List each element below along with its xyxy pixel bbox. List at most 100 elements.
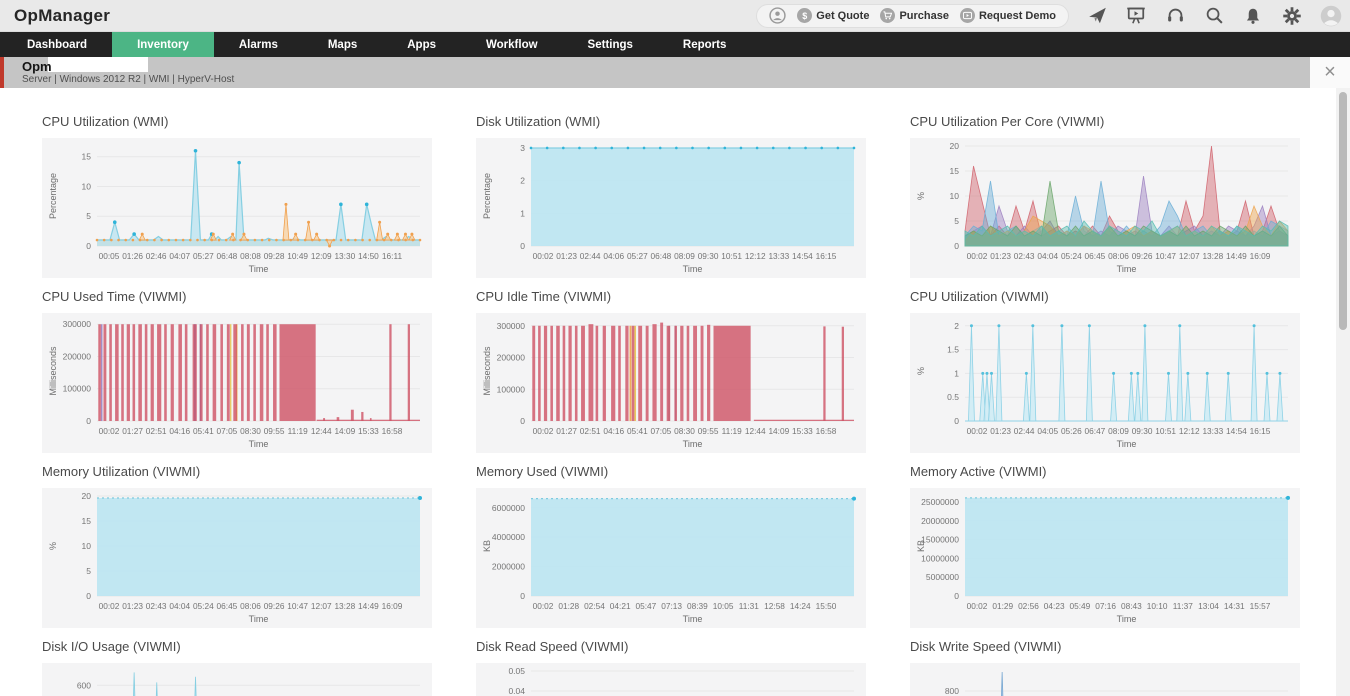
svg-text:01:27: 01:27	[556, 426, 577, 436]
headset-icon[interactable]	[1164, 5, 1186, 27]
chart-card-disk-utilization-wmi: Disk Utilization (WMI) 0 1 2 3 Percentage 00:…	[476, 114, 866, 278]
svg-text:13:04: 13:04	[1198, 601, 1219, 611]
chart-memory-used: 0 2000000 4000000 6000000 KB 00:02 01:28 02:54 0…	[476, 488, 866, 628]
svg-text:14:50: 14:50	[358, 251, 379, 261]
svg-text:15: 15	[950, 166, 960, 176]
tab-settings[interactable]: Settings	[563, 32, 658, 57]
bell-icon[interactable]	[1242, 5, 1264, 27]
svg-text:2: 2	[520, 176, 525, 186]
topbar-actions: $ Get Quote Purchase Request Demo	[756, 3, 1342, 28]
svg-text:00:02: 00:02	[533, 426, 554, 436]
get-quote-button[interactable]: $ Get Quote	[797, 8, 869, 23]
tab-alarms[interactable]: Alarms	[214, 32, 303, 57]
svg-text:04:16: 04:16	[169, 426, 190, 436]
tab-maps[interactable]: Maps	[303, 32, 382, 57]
svg-text:15: 15	[82, 516, 92, 526]
svg-text:02:54: 02:54	[584, 601, 605, 611]
chart-title: CPU Idle Time (VIWMI)	[476, 289, 612, 304]
svg-text:16:09: 16:09	[382, 601, 403, 611]
get-quote-label: Get Quote	[816, 9, 870, 22]
svg-text:Time: Time	[1117, 439, 1137, 449]
svg-text:04:05: 04:05	[1037, 426, 1058, 436]
svg-text:08:39: 08:39	[687, 601, 708, 611]
search-icon[interactable]	[1203, 5, 1225, 27]
svg-text:200000: 200000	[497, 353, 526, 363]
svg-text:05:24: 05:24	[193, 601, 214, 611]
tab-workflow[interactable]: Workflow	[461, 32, 563, 57]
svg-text:09:26: 09:26	[264, 601, 285, 611]
chart-disk-io-usage: 0600	[42, 663, 432, 696]
svg-text:2: 2	[954, 321, 959, 331]
svg-text:04:04: 04:04	[169, 601, 190, 611]
svg-text:Milliseconds: Milliseconds	[482, 346, 492, 396]
svg-text:00:02: 00:02	[99, 426, 120, 436]
svg-text:14:31: 14:31	[1224, 601, 1245, 611]
charts-grid: CPU Utilization (WMI) 0 5 10 15 Percentage 00…	[0, 88, 1336, 696]
tab-inventory[interactable]: Inventory	[112, 32, 214, 57]
tab-apps[interactable]: Apps	[382, 32, 461, 57]
svg-text:0.5: 0.5	[947, 392, 959, 402]
svg-text:13:33: 13:33	[1202, 426, 1223, 436]
svg-text:09:30: 09:30	[698, 251, 719, 261]
svg-text:00:02: 00:02	[967, 426, 988, 436]
device-name: Opm	[22, 59, 52, 74]
purchase-button[interactable]: Purchase	[880, 8, 949, 23]
close-icon: ×	[1324, 61, 1336, 83]
svg-text:04:07: 04:07	[169, 251, 190, 261]
avatar[interactable]	[1320, 5, 1342, 27]
svg-text:15:33: 15:33	[792, 426, 813, 436]
user-circle-icon[interactable]	[769, 7, 786, 24]
svg-text:08:08: 08:08	[240, 251, 261, 261]
chart-cpu-used-time: 0 100000 200000 300000 Milliseconds 00:02 01:2…	[42, 313, 432, 453]
svg-text:0: 0	[86, 591, 91, 601]
scrollbar-thumb[interactable]	[1339, 92, 1347, 330]
request-demo-button[interactable]: Request Demo	[959, 8, 1056, 23]
svg-text:09:30: 09:30	[1132, 426, 1153, 436]
chart-title: Memory Used (VIWMI)	[476, 464, 609, 479]
svg-text:20000000: 20000000	[921, 516, 959, 526]
svg-text:02:56: 02:56	[1018, 601, 1039, 611]
svg-text:07:13: 07:13	[661, 601, 682, 611]
svg-text:10:47: 10:47	[1155, 251, 1176, 261]
svg-text:12:12: 12:12	[1179, 426, 1200, 436]
chart-card-cpu-utilization-viwmi: CPU Utilization (VIWMI) 0 0.5 1 1.5 2% 00:02 0…	[910, 289, 1300, 453]
svg-text:5: 5	[86, 566, 91, 576]
svg-text:10: 10	[82, 541, 92, 551]
svg-text:12:44: 12:44	[311, 426, 332, 436]
svg-text:10:10: 10:10	[1147, 601, 1168, 611]
svg-text:01:27: 01:27	[122, 426, 143, 436]
svg-text:14:49: 14:49	[358, 601, 379, 611]
svg-text:01:23: 01:23	[990, 251, 1011, 261]
chart-card-memory-used: Memory Used (VIWMI) 0 2000000 4000000 60000…	[476, 464, 866, 628]
svg-text:0: 0	[520, 591, 525, 601]
svg-text:Milliseconds: Milliseconds	[48, 346, 58, 396]
svg-text:100000: 100000	[497, 384, 526, 394]
svg-text:08:09: 08:09	[1108, 426, 1129, 436]
chart-title: CPU Used Time (VIWMI)	[42, 289, 187, 304]
scrollbar[interactable]	[1336, 88, 1350, 696]
close-button[interactable]: ×	[1310, 57, 1350, 88]
svg-text:KB: KB	[482, 540, 492, 552]
svg-text:02:43: 02:43	[1014, 251, 1035, 261]
svg-text:12:07: 12:07	[311, 601, 332, 611]
svg-text:11:19: 11:19	[722, 426, 743, 436]
tab-dashboard[interactable]: Dashboard	[2, 32, 112, 57]
svg-text:16:15: 16:15	[816, 251, 837, 261]
gear-icon[interactable]	[1281, 5, 1303, 27]
svg-text:300000: 300000	[63, 319, 92, 329]
svg-text:200000: 200000	[63, 351, 92, 361]
svg-text:25000000: 25000000	[921, 497, 959, 507]
svg-text:Time: Time	[249, 264, 269, 274]
chart-title: CPU Utilization (VIWMI)	[910, 289, 1049, 304]
svg-text:Time: Time	[249, 439, 269, 449]
chart-title: Disk Utilization (WMI)	[476, 114, 601, 129]
presentation-icon[interactable]	[1125, 5, 1147, 27]
paper-plane-icon[interactable]	[1086, 5, 1108, 27]
cta-pill: $ Get Quote Purchase Request Demo	[756, 3, 1069, 28]
svg-text:%: %	[48, 542, 58, 550]
svg-text:0: 0	[520, 416, 525, 426]
svg-text:04:21: 04:21	[610, 601, 631, 611]
tab-reports[interactable]: Reports	[658, 32, 751, 57]
chart-card-cpu-utilization-wmi: CPU Utilization (WMI) 0 5 10 15 Percentage 00…	[42, 114, 432, 278]
svg-text:Time: Time	[1117, 614, 1137, 624]
